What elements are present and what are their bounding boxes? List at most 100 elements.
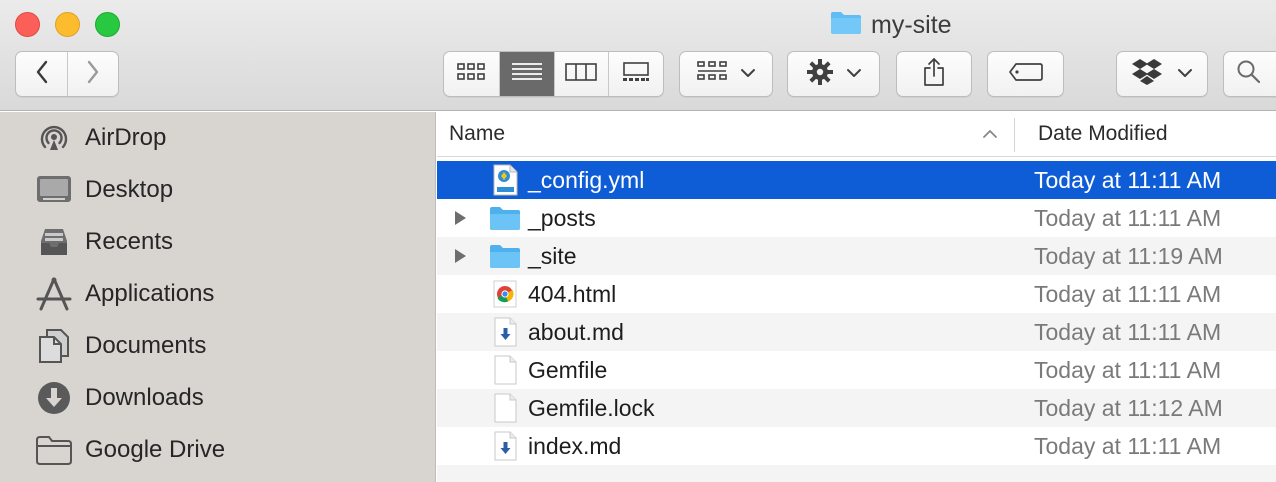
chevron-left-icon: [35, 60, 49, 89]
folder-icon: [830, 10, 862, 40]
file-date-modified: Today at 11:11 AM: [1034, 319, 1222, 345]
icon-view-icon: [456, 62, 486, 87]
file-row[interactable]: _posts Today at 11:11 AM: [437, 199, 1276, 237]
share-icon: [922, 57, 946, 92]
file-row[interactable]: _config.yml Today at 11:11 AM: [437, 161, 1276, 199]
sidebar-item-label: Desktop: [85, 176, 174, 203]
yaml-file-icon: [489, 164, 521, 196]
chrome-html-icon: [489, 278, 521, 310]
view-mode-control: [443, 51, 664, 97]
empty-row: [437, 465, 1276, 482]
share-button[interactable]: [896, 51, 972, 97]
icon-view-button[interactable]: [444, 52, 499, 96]
minimize-window-button[interactable]: [55, 12, 80, 37]
close-window-button[interactable]: [15, 12, 40, 37]
navigation-buttons: [15, 51, 119, 97]
file-row[interactable]: 404.html Today at 11:11 AM: [437, 275, 1276, 313]
file-row[interactable]: index.md Today at 11:11 AM: [437, 427, 1276, 465]
folder-icon: [34, 430, 74, 470]
documents-icon: [34, 326, 74, 366]
chevron-right-icon: [86, 60, 100, 89]
search-icon: [1236, 59, 1262, 90]
downloads-icon: [34, 378, 74, 418]
recents-icon: [34, 222, 74, 262]
window-toolbar: my-site: [0, 0, 1276, 111]
file-name: about.md: [528, 319, 624, 345]
blank-file-icon: [489, 354, 521, 386]
sort-ascending-icon: [982, 126, 998, 144]
chevron-down-icon: [740, 65, 756, 83]
file-name: _posts: [528, 205, 596, 231]
airdrop-icon: [34, 118, 74, 158]
column-divider[interactable]: [1014, 118, 1015, 152]
applications-icon: [34, 274, 74, 314]
tag-button[interactable]: [987, 51, 1064, 97]
markdown-file-icon: [489, 430, 521, 462]
zoom-window-button[interactable]: [95, 12, 120, 37]
sidebar-item-label: Google Drive: [85, 436, 226, 463]
dropbox-button[interactable]: [1116, 51, 1208, 97]
file-name: _site: [528, 243, 577, 269]
file-date-modified: Today at 11:11 AM: [1034, 357, 1222, 383]
sidebar-item-recents[interactable]: Recents: [0, 218, 436, 266]
file-rows: _config.yml Today at 11:11 AM _posts Tod…: [437, 161, 1276, 482]
file-list: Name Date Modified _config.yml Today at …: [437, 112, 1276, 482]
file-date-modified: Today at 11:11 AM: [1034, 205, 1222, 231]
sidebar-item-documents[interactable]: Documents: [0, 322, 436, 370]
folder-icon: [489, 240, 521, 272]
file-name: Gemfile: [528, 357, 608, 383]
sidebar: AirDrop Desktop Recents Applications Doc…: [0, 112, 436, 482]
sidebar-item-label: Applications: [85, 280, 215, 307]
column-view-icon: [565, 62, 598, 87]
back-button[interactable]: [16, 52, 67, 96]
file-date-modified: Today at 11:19 AM: [1034, 243, 1223, 269]
group-by-icon: [696, 60, 728, 89]
disclosure-triangle-icon[interactable]: [453, 248, 467, 269]
sidebar-item-label: Documents: [85, 332, 207, 359]
file-row[interactable]: Gemfile Today at 11:11 AM: [437, 351, 1276, 389]
file-row[interactable]: Gemfile.lock Today at 11:12 AM: [437, 389, 1276, 427]
folder-icon: [489, 202, 521, 234]
sidebar-item-desktop[interactable]: Desktop: [0, 166, 436, 214]
file-date-modified: Today at 11:11 AM: [1034, 281, 1222, 307]
desktop-icon: [34, 170, 74, 210]
window-title: my-site: [830, 10, 952, 40]
window-title-label: my-site: [871, 10, 952, 39]
sidebar-item-downloads[interactable]: Downloads: [0, 374, 436, 422]
disclosure-triangle-icon[interactable]: [453, 210, 467, 231]
column-header: Name Date Modified: [437, 112, 1276, 157]
gear-icon: [806, 58, 834, 91]
chevron-down-icon: [846, 65, 862, 83]
file-row[interactable]: _site Today at 11:19 AM: [437, 237, 1276, 275]
blank-file-icon: [489, 392, 521, 424]
tag-icon: [1008, 62, 1044, 87]
file-date-modified: Today at 11:11 AM: [1034, 433, 1222, 459]
sidebar-item-google-drive[interactable]: Google Drive: [0, 426, 436, 474]
group-by-button[interactable]: [679, 51, 773, 97]
list-view-icon: [511, 61, 543, 88]
markdown-file-icon: [489, 316, 521, 348]
gallery-view-button[interactable]: [608, 52, 663, 96]
forward-button[interactable]: [67, 52, 118, 96]
file-name: index.md: [528, 433, 622, 459]
sidebar-item-label: AirDrop: [85, 124, 167, 151]
search-field[interactable]: [1223, 51, 1276, 97]
file-row[interactable]: about.md Today at 11:11 AM: [437, 313, 1276, 351]
file-name: _config.yml: [528, 167, 645, 193]
sidebar-item-label: Recents: [85, 228, 174, 255]
list-view-button[interactable]: [498, 52, 554, 96]
sidebar-item-label: Downloads: [85, 384, 204, 411]
file-name: Gemfile.lock: [528, 395, 655, 421]
file-name: 404.html: [528, 281, 617, 307]
gallery-view-icon: [621, 61, 651, 88]
column-header-name[interactable]: Name: [449, 122, 505, 146]
sidebar-item-applications[interactable]: Applications: [0, 270, 436, 318]
action-menu-button[interactable]: [787, 51, 880, 97]
file-date-modified: Today at 11:11 AM: [1034, 167, 1222, 193]
column-view-button[interactable]: [553, 52, 609, 96]
file-date-modified: Today at 11:12 AM: [1034, 395, 1223, 421]
chevron-down-icon: [1177, 65, 1193, 83]
column-header-date-modified[interactable]: Date Modified: [1038, 122, 1168, 146]
sidebar-item-airdrop[interactable]: AirDrop: [0, 114, 436, 162]
dropbox-icon: [1131, 58, 1163, 91]
